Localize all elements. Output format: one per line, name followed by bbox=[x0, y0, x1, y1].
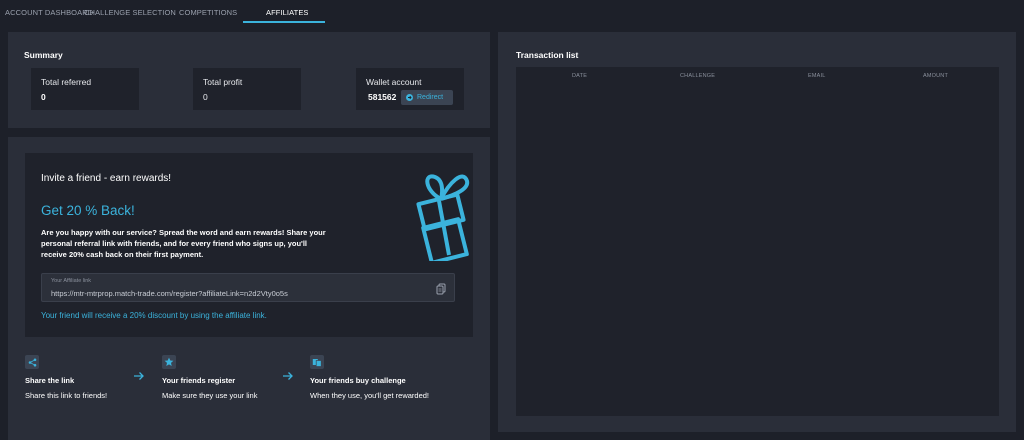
arrow-right-icon bbox=[134, 372, 144, 380]
arrow-right-icon bbox=[283, 372, 293, 380]
tab-competitions[interactable]: COMPETITIONS bbox=[179, 8, 237, 17]
transaction-list-title: Transaction list bbox=[516, 50, 579, 60]
affiliate-link-label: Your Affiliate link bbox=[51, 278, 92, 284]
step-buy-desc: When they use, you'll get rewarded! bbox=[310, 391, 429, 400]
cards-icon bbox=[310, 355, 324, 369]
step-share-desc: Share this link to friends! bbox=[25, 391, 108, 400]
column-header-date[interactable]: DATE bbox=[572, 73, 587, 79]
wallet-account-card: Wallet account 581562 Redirect bbox=[356, 68, 464, 110]
invite-discount-note: Your friend will receive a 20% discount … bbox=[41, 311, 267, 320]
star-icon bbox=[162, 355, 176, 369]
tab-challenge-selection[interactable]: CHALLENGE SELECTION bbox=[84, 8, 176, 17]
total-profit-value: 0 bbox=[203, 92, 208, 102]
tab-affiliates[interactable]: AFFILIATES bbox=[266, 8, 309, 17]
top-nav: ACCOUNT DASHBOARD CHALLENGE SELECTION CO… bbox=[0, 0, 1024, 26]
total-profit-label: Total profit bbox=[203, 77, 243, 87]
wallet-account-value: 581562 bbox=[368, 92, 397, 102]
summary-title: Summary bbox=[24, 50, 63, 60]
step-buy-title: Your friends buy challenge bbox=[310, 376, 406, 385]
total-referred-card: Total referred 0 bbox=[31, 68, 139, 110]
redirect-label: Redirect bbox=[417, 94, 444, 101]
invite-headline: Get 20 % Back! bbox=[41, 203, 135, 218]
step-share-title: Share the link bbox=[25, 376, 75, 385]
invite-box: Invite a friend - earn rewards! Get 20 %… bbox=[25, 153, 473, 337]
redirect-button[interactable]: Redirect bbox=[401, 90, 453, 105]
column-header-email[interactable]: EMAIL bbox=[808, 73, 826, 79]
total-profit-card: Total profit 0 bbox=[193, 68, 301, 110]
copy-icon[interactable] bbox=[436, 283, 446, 295]
transaction-table: DATE CHALLENGE EMAIL AMOUNT bbox=[516, 67, 999, 416]
invite-title: Invite a friend - earn rewards! bbox=[41, 173, 172, 184]
step-register-title: Your friends register bbox=[162, 376, 236, 385]
step-register-desc: Make sure they use your link bbox=[162, 391, 258, 400]
invite-description: Are you happy with our service? Spread t… bbox=[41, 228, 326, 259]
affiliate-link-field[interactable]: Your Affiliate link https://mtr-mtrprop.… bbox=[41, 273, 455, 302]
tab-account-dashboard[interactable]: ACCOUNT DASHBOARD bbox=[5, 8, 93, 17]
redirect-arrow-icon bbox=[406, 94, 413, 101]
wallet-account-label: Wallet account bbox=[366, 77, 422, 87]
active-tab-indicator bbox=[243, 21, 325, 23]
column-header-challenge[interactable]: CHALLENGE bbox=[680, 73, 715, 79]
gift-icon bbox=[416, 174, 470, 261]
share-icon bbox=[25, 355, 39, 369]
affiliate-link-value: https://mtr-mtrprop.match-trade.com/regi… bbox=[51, 289, 288, 298]
total-referred-value: 0 bbox=[41, 92, 46, 102]
total-referred-label: Total referred bbox=[41, 77, 92, 87]
column-header-amount[interactable]: AMOUNT bbox=[923, 73, 948, 79]
